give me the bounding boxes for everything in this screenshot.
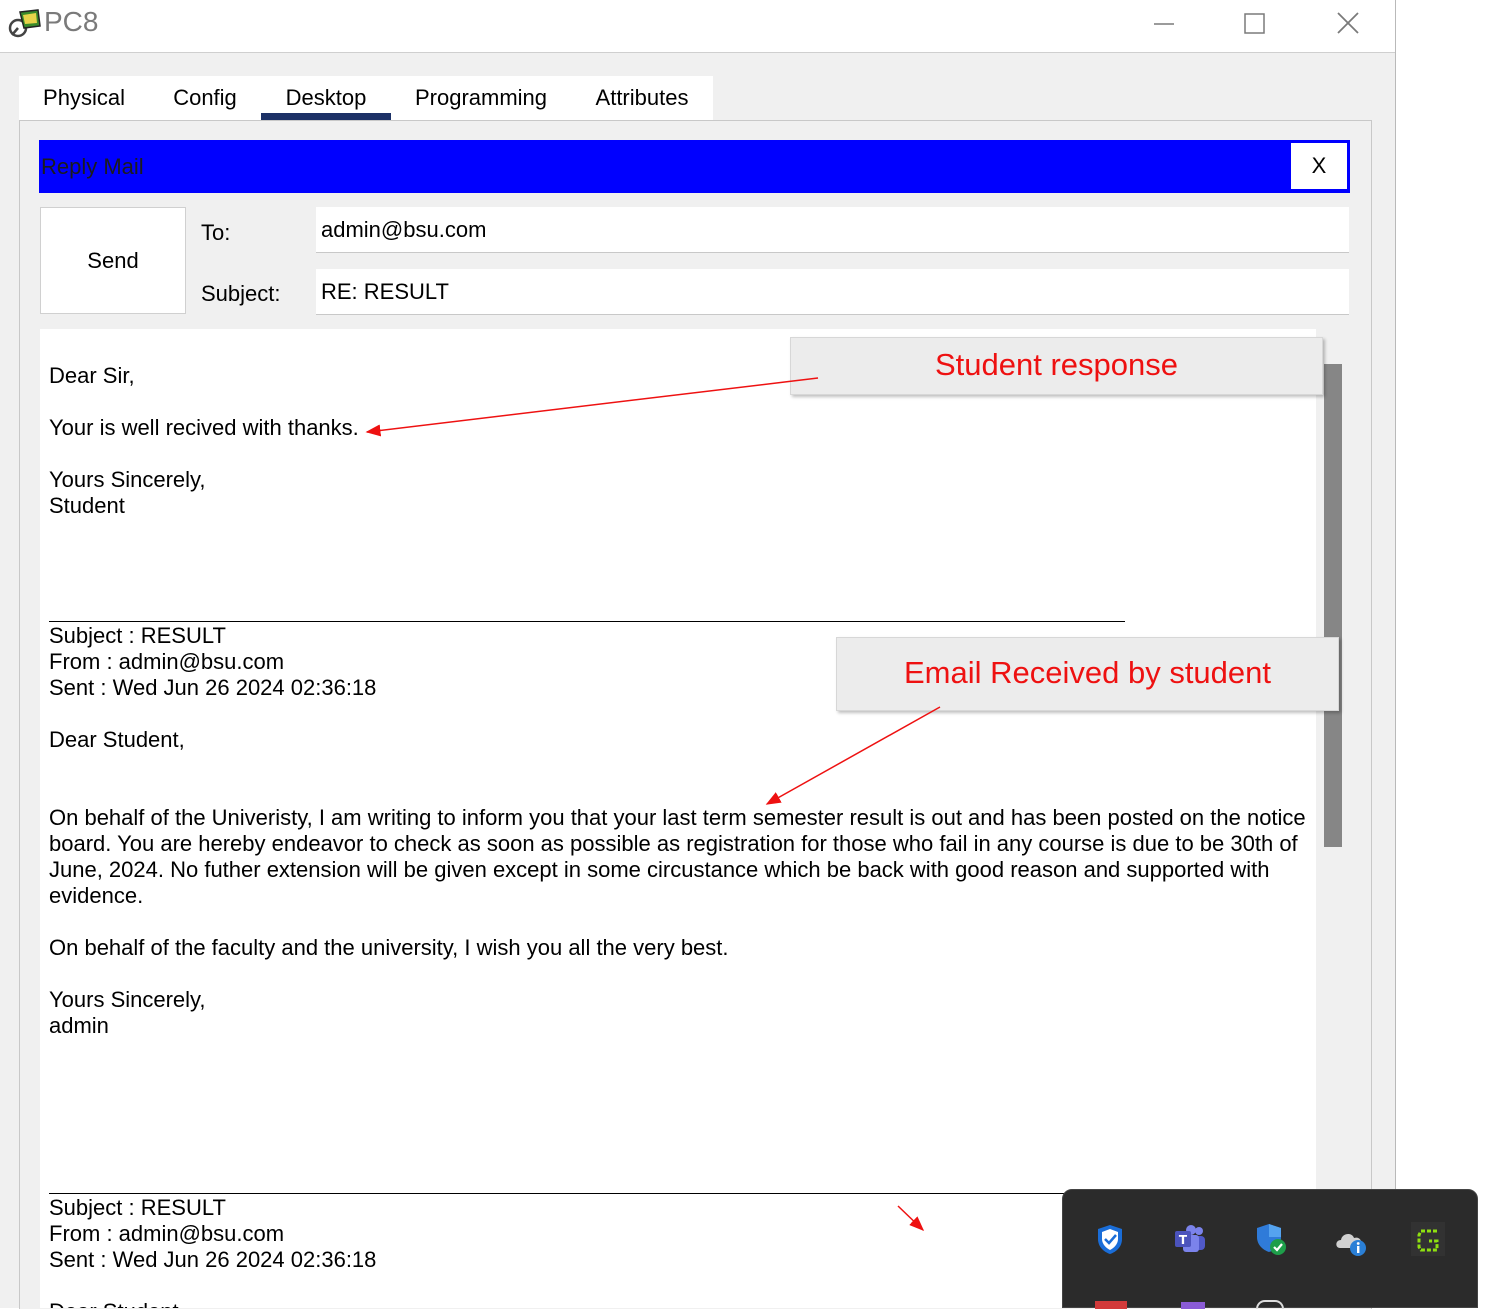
to-label: To: (201, 220, 231, 245)
greenshot-icon[interactable] (1411, 1222, 1445, 1256)
reply-mail-header: Reply Mail X (39, 140, 1350, 193)
title-bar: PC8 (0, 0, 1395, 53)
minimize-button[interactable] (1139, 6, 1189, 42)
app-icon (8, 9, 41, 38)
tab-physical[interactable]: Physical (19, 76, 149, 120)
onedrive-info-icon[interactable] (1334, 1224, 1368, 1258)
window-title: PC8 (44, 6, 99, 37)
subject-field[interactable] (316, 269, 1349, 315)
quote-separator (49, 621, 1125, 622)
minimize-icon (1154, 23, 1174, 25)
close-reply-button[interactable]: X (1291, 143, 1347, 189)
close-icon (1337, 12, 1359, 34)
system-tray-overflow: T (1062, 1189, 1478, 1309)
tab-config[interactable]: Config (149, 76, 261, 120)
message-body[interactable]: Dear Sir, Your is well recived with than… (40, 329, 1350, 1308)
tab-bar: Physical Config Desktop Programming Attr… (19, 76, 713, 120)
maximize-icon (1244, 13, 1265, 34)
windows-security-icon[interactable] (1254, 1222, 1288, 1256)
callout-email-received: Email Received by student (836, 637, 1339, 711)
reply-mail-title: Reply Mail (41, 154, 144, 179)
subject-label: Subject: (201, 281, 281, 306)
svg-text:T: T (1179, 1233, 1188, 1247)
close-window-button[interactable] (1323, 6, 1373, 42)
send-button[interactable]: Send (40, 207, 186, 314)
callout-student-response: Student response (790, 337, 1323, 395)
tab-programming[interactable]: Programming (391, 76, 571, 120)
tab-desktop[interactable]: Desktop (261, 76, 391, 120)
scrollbar-thumb[interactable] (1324, 364, 1342, 847)
teams-icon[interactable]: T (1173, 1222, 1207, 1256)
defender-shield-icon[interactable] (1093, 1222, 1127, 1256)
tab-attributes[interactable]: Attributes (571, 76, 713, 120)
maximize-button[interactable] (1230, 6, 1280, 42)
to-field[interactable] (316, 207, 1349, 253)
quote-separator-2 (49, 1193, 1089, 1194)
